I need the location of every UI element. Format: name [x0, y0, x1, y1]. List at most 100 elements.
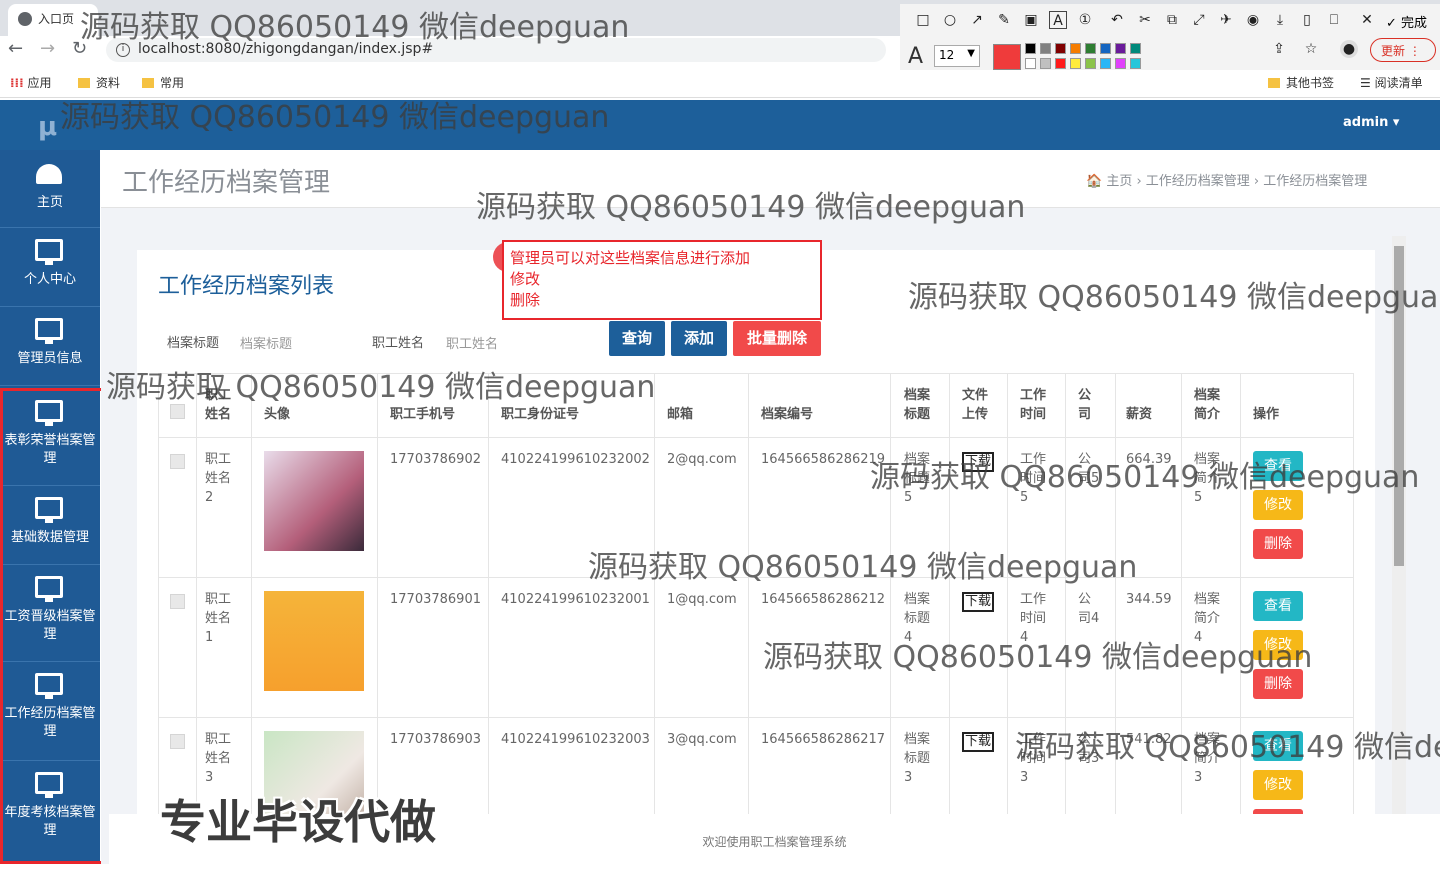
- row-checkbox[interactable]: [170, 734, 185, 749]
- download-icon[interactable]: ⤓: [1271, 11, 1289, 29]
- batch-delete-button[interactable]: 批量删除: [733, 321, 821, 356]
- column-divider: [251, 373, 252, 833]
- color-swatch[interactable]: [1025, 58, 1036, 69]
- color-swatch[interactable]: [1130, 43, 1141, 54]
- folder-icon: [78, 78, 90, 88]
- color-swatch[interactable]: [1070, 43, 1081, 54]
- download-link[interactable]: 下载: [962, 452, 994, 472]
- edit-button[interactable]: 修改: [1253, 490, 1303, 520]
- crop-icon[interactable]: ✂: [1136, 11, 1154, 29]
- color-swatch[interactable]: [1025, 43, 1036, 54]
- bookmark-folder-常用[interactable]: 常用: [142, 74, 184, 91]
- sidebar-item-0[interactable]: 主页: [0, 150, 100, 228]
- bookmark-icon[interactable]: ⎕: [1325, 11, 1343, 29]
- color-swatch[interactable]: [1130, 58, 1141, 69]
- color-swatch[interactable]: [1040, 43, 1051, 54]
- share-icon[interactable]: ⇪: [1270, 40, 1288, 58]
- color-swatch[interactable]: [1100, 58, 1111, 69]
- breadcrumb[interactable]: 🏠 主页 › 工作经历档案管理 › 工作经历档案管理: [1086, 170, 1367, 189]
- record-icon[interactable]: ◉: [1244, 11, 1262, 29]
- current-color-swatch[interactable]: [993, 44, 1021, 70]
- pen-icon[interactable]: ✎: [995, 11, 1013, 29]
- view-button[interactable]: 查看: [1253, 451, 1303, 481]
- sidebar-item-2[interactable]: 管理员信息: [0, 308, 100, 386]
- delete-button[interactable]: 删除: [1253, 669, 1303, 699]
- select-all-checkbox[interactable]: [170, 404, 185, 419]
- search-button[interactable]: 查询: [609, 321, 665, 356]
- view-button[interactable]: 查看: [1253, 591, 1303, 621]
- forward-icon[interactable]: →: [40, 38, 55, 59]
- edit-button[interactable]: 修改: [1253, 630, 1303, 660]
- star-icon[interactable]: ☆: [1302, 40, 1320, 58]
- browser-tab[interactable]: 入口页: [8, 4, 98, 36]
- info-icon: i: [116, 43, 130, 57]
- work-time: 工作 时间 5: [1020, 452, 1047, 505]
- expand-icon[interactable]: ⤢: [1190, 11, 1208, 29]
- column-header: 邮箱: [667, 407, 694, 422]
- bookmark-folder-资料[interactable]: 资料: [78, 74, 120, 91]
- work-time: 工作 时间 4: [1020, 592, 1047, 645]
- column-header: 操作: [1253, 407, 1280, 422]
- salary: 541.82: [1126, 732, 1172, 747]
- archive-code: 164566586286212: [761, 592, 886, 607]
- view-button[interactable]: 查看: [1253, 731, 1303, 761]
- dashboard-icon: [36, 164, 62, 184]
- font-size-select[interactable]: 12 ▼: [934, 45, 980, 67]
- ocr-icon[interactable]: ⧉: [1163, 11, 1181, 29]
- undo-icon[interactable]: ↶: [1108, 11, 1126, 29]
- note-line: 删除: [510, 291, 541, 309]
- name-search-input[interactable]: 职工姓名: [446, 333, 498, 352]
- color-swatch[interactable]: [1085, 58, 1096, 69]
- delete-button[interactable]: 删除: [1253, 529, 1303, 559]
- font-icon: A: [908, 44, 924, 69]
- text-tool-icon[interactable]: A: [1049, 11, 1067, 29]
- color-swatch[interactable]: [1040, 58, 1051, 69]
- ellipse-icon[interactable]: ○: [941, 11, 959, 29]
- color-swatch[interactable]: [1055, 43, 1066, 54]
- color-swatch[interactable]: [1085, 43, 1096, 54]
- arrow-icon[interactable]: ↗: [968, 11, 986, 29]
- work-time: 工作 时间 3: [1020, 732, 1047, 785]
- color-swatch[interactable]: [1070, 58, 1081, 69]
- column-divider: [377, 373, 378, 833]
- add-button[interactable]: 添加: [671, 321, 727, 356]
- bookmark-folder-其他[interactable]: 其他书签: [1268, 74, 1334, 91]
- title-search-input[interactable]: 档案标题: [240, 333, 292, 352]
- scrollbar-thumb[interactable]: [1394, 246, 1404, 566]
- profile-icon[interactable]: ●: [1340, 40, 1358, 58]
- apps-bookmark[interactable]: ⁞⁞⁞ 应用: [10, 74, 52, 91]
- apps-grid-icon: ⁞⁞⁞: [10, 76, 24, 90]
- address-bar[interactable]: i localhost:8080/zhigongdangan/index.jsp#: [106, 38, 886, 62]
- bookmark-label: 阅读清单: [1374, 76, 1423, 90]
- reading-list[interactable]: ☰ 阅读清单: [1360, 74, 1423, 91]
- row-checkbox[interactable]: [170, 454, 185, 469]
- archive-intro: 档案 简介 4: [1194, 592, 1221, 645]
- back-icon[interactable]: ←: [8, 38, 23, 59]
- column-header: 档案 标题: [904, 388, 931, 422]
- reload-icon[interactable]: ↻: [72, 38, 87, 59]
- done-button[interactable]: ✓ 完成: [1386, 12, 1427, 31]
- column-divider: [1007, 373, 1008, 833]
- tab-title: 入口页: [38, 12, 75, 26]
- color-swatch[interactable]: [1100, 43, 1111, 54]
- phone-icon[interactable]: ▯: [1298, 11, 1316, 29]
- update-button[interactable]: 更新 ⋮: [1370, 38, 1436, 62]
- bookmarks-bar: ⁞⁞⁞ 应用 资料 常用 其他书签 ☰ 阅读清单: [0, 66, 1440, 98]
- color-swatch[interactable]: [1115, 58, 1126, 69]
- rectangle-icon[interactable]: □: [914, 11, 932, 29]
- download-link[interactable]: 下载: [962, 732, 994, 752]
- number-icon[interactable]: ①: [1076, 11, 1094, 29]
- avatar: [264, 591, 364, 691]
- user-menu[interactable]: admin ▾: [1343, 115, 1399, 130]
- color-swatch[interactable]: [1115, 43, 1126, 54]
- download-link[interactable]: 下载: [962, 592, 994, 612]
- edit-button[interactable]: 修改: [1253, 770, 1303, 800]
- column-divider: [1181, 373, 1182, 833]
- close-icon[interactable]: ✕: [1358, 11, 1376, 29]
- filter-name-label: 职工姓名: [372, 336, 425, 351]
- pin-icon[interactable]: ✈: [1217, 11, 1235, 29]
- mosaic-icon[interactable]: ▣: [1022, 11, 1040, 29]
- row-checkbox[interactable]: [170, 594, 185, 609]
- sidebar-item-1[interactable]: 个人中心: [0, 229, 100, 307]
- color-swatch[interactable]: [1055, 58, 1066, 69]
